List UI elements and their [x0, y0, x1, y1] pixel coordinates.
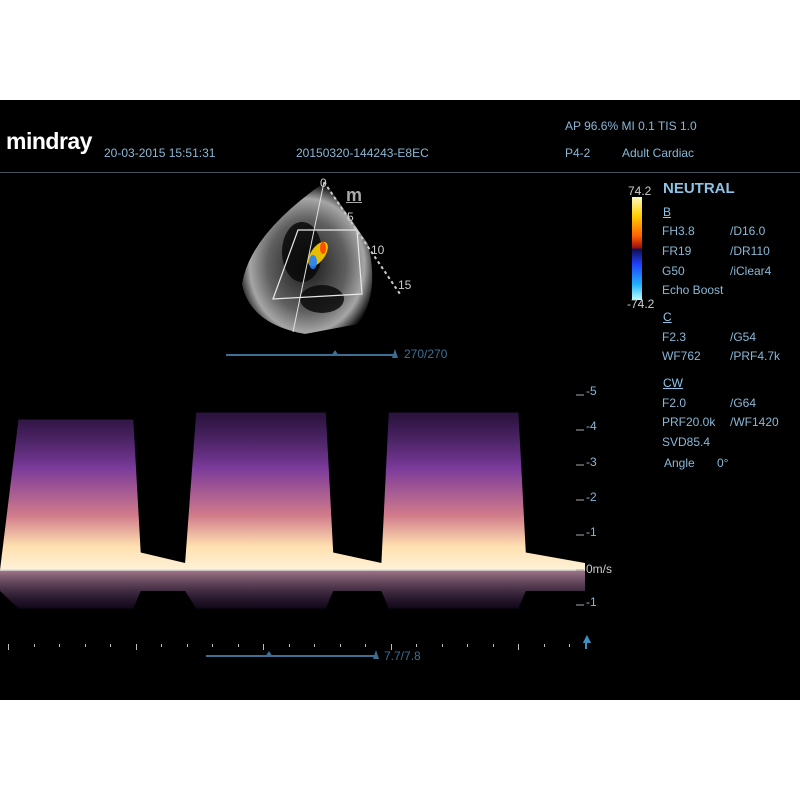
c-param: F2.3: [662, 330, 687, 344]
forward-flow-envelope: [0, 412, 585, 570]
baseline-arrow-stem: [585, 641, 587, 649]
time-tick: [492, 644, 494, 647]
reverse-flow-band: [0, 570, 585, 609]
b-mode-label: B: [663, 205, 672, 219]
b-param: FR19: [662, 244, 692, 258]
cw-param: /G64: [730, 396, 757, 410]
time-tick: [84, 644, 86, 647]
velocity-tick-label: -1: [586, 525, 597, 539]
time-tick: [263, 644, 264, 650]
color-flow-blue: [309, 255, 317, 269]
time-counter: 7.7/7.8: [384, 649, 421, 663]
colorbar-min: -74.2: [627, 297, 655, 311]
bmode-sector-image: [242, 181, 401, 334]
c-param: /PRF4.7k: [730, 349, 781, 363]
b-param: G50: [662, 264, 685, 278]
depth-mark-0: 0: [320, 176, 327, 190]
time-tick: [441, 644, 443, 647]
power-readout: AP 96.6% MI 0.1 TIS 1.0: [565, 119, 697, 133]
spectrum-scrollbar[interactable]: [206, 655, 376, 657]
time-axis: [0, 644, 580, 650]
c-mode-label: C: [663, 310, 672, 324]
datetime: 20-03-2015 15:51:31: [104, 146, 216, 160]
c-param: /G54: [730, 330, 757, 344]
preset-name: Adult Cardiac: [622, 146, 695, 160]
velocity-tick-label: -1: [586, 595, 597, 609]
color-velocity-bar: [632, 197, 642, 300]
cine-scroll-thumb-icon[interactable]: [331, 350, 339, 356]
depth-mark-10: 10: [371, 243, 385, 257]
cine-scrollbar[interactable]: [226, 354, 396, 356]
time-tick: [518, 644, 519, 650]
cw-param: F2.0: [662, 396, 687, 410]
time-tick: [33, 644, 35, 647]
velocity-tick-label: -5: [586, 384, 597, 398]
time-tick: [314, 644, 315, 647]
exam-id: 20150320-144243-E8EC: [296, 146, 429, 160]
header-separator: [0, 172, 800, 173]
time-tick: [569, 644, 570, 647]
spectrum-end-icon: [373, 650, 379, 659]
time-tick: [212, 644, 213, 647]
time-tick: [543, 644, 545, 647]
color-flow-red: [320, 242, 326, 254]
c-param: WF762: [662, 349, 701, 363]
time-tick: [467, 644, 468, 647]
ultrasound-screen: mindray 20-03-2015 15:51:31 20150320-144…: [0, 100, 800, 700]
orientation-mark-icon: m: [346, 185, 363, 205]
time-tick: [288, 644, 290, 647]
angle-value: 0°: [717, 456, 729, 470]
time-tick: [416, 644, 417, 647]
b-param: FH3.8: [662, 224, 695, 238]
time-tick: [186, 644, 188, 647]
depth-mark-5: 5: [347, 210, 354, 224]
velocity-tick-label: -2: [586, 490, 597, 504]
time-tick: [237, 644, 239, 647]
echo-boost: Echo Boost: [662, 283, 724, 297]
baseline-label: 0m/s: [586, 562, 613, 576]
probe-name: P4-2: [565, 146, 591, 160]
time-tick: [135, 644, 137, 650]
time-tick: [8, 644, 9, 650]
b-param: /iClear4: [730, 264, 772, 278]
velocity-tick-label: -4: [586, 419, 597, 433]
time-tick: [110, 644, 111, 647]
colorbar-max: 74.2: [628, 184, 652, 198]
b-param: /DR110: [730, 244, 770, 258]
svd-readout: SVD85.4: [662, 435, 711, 449]
cw-mode-label: CW: [663, 376, 683, 390]
brand-logo: mindray: [6, 128, 92, 154]
b-param: /D16.0: [730, 224, 766, 238]
time-tick: [339, 644, 341, 647]
cw-param: PRF20.0k: [662, 415, 716, 429]
velocity-tick-label: -3: [586, 455, 597, 469]
doppler-spectrum: [0, 394, 585, 609]
depth-mark-15: 15: [398, 278, 412, 292]
angle-label: Angle: [664, 456, 695, 470]
preset-title: NEUTRAL: [663, 180, 735, 197]
time-tick: [365, 644, 366, 647]
cw-param: /WF1420: [730, 415, 779, 429]
cine-end-icon: [392, 349, 398, 358]
time-tick: [59, 644, 60, 647]
spectrum-scroll-thumb-icon[interactable]: [265, 651, 273, 657]
atrium-cavity: [300, 285, 344, 313]
frame-counter: 270/270: [404, 347, 448, 361]
time-tick: [161, 644, 162, 647]
